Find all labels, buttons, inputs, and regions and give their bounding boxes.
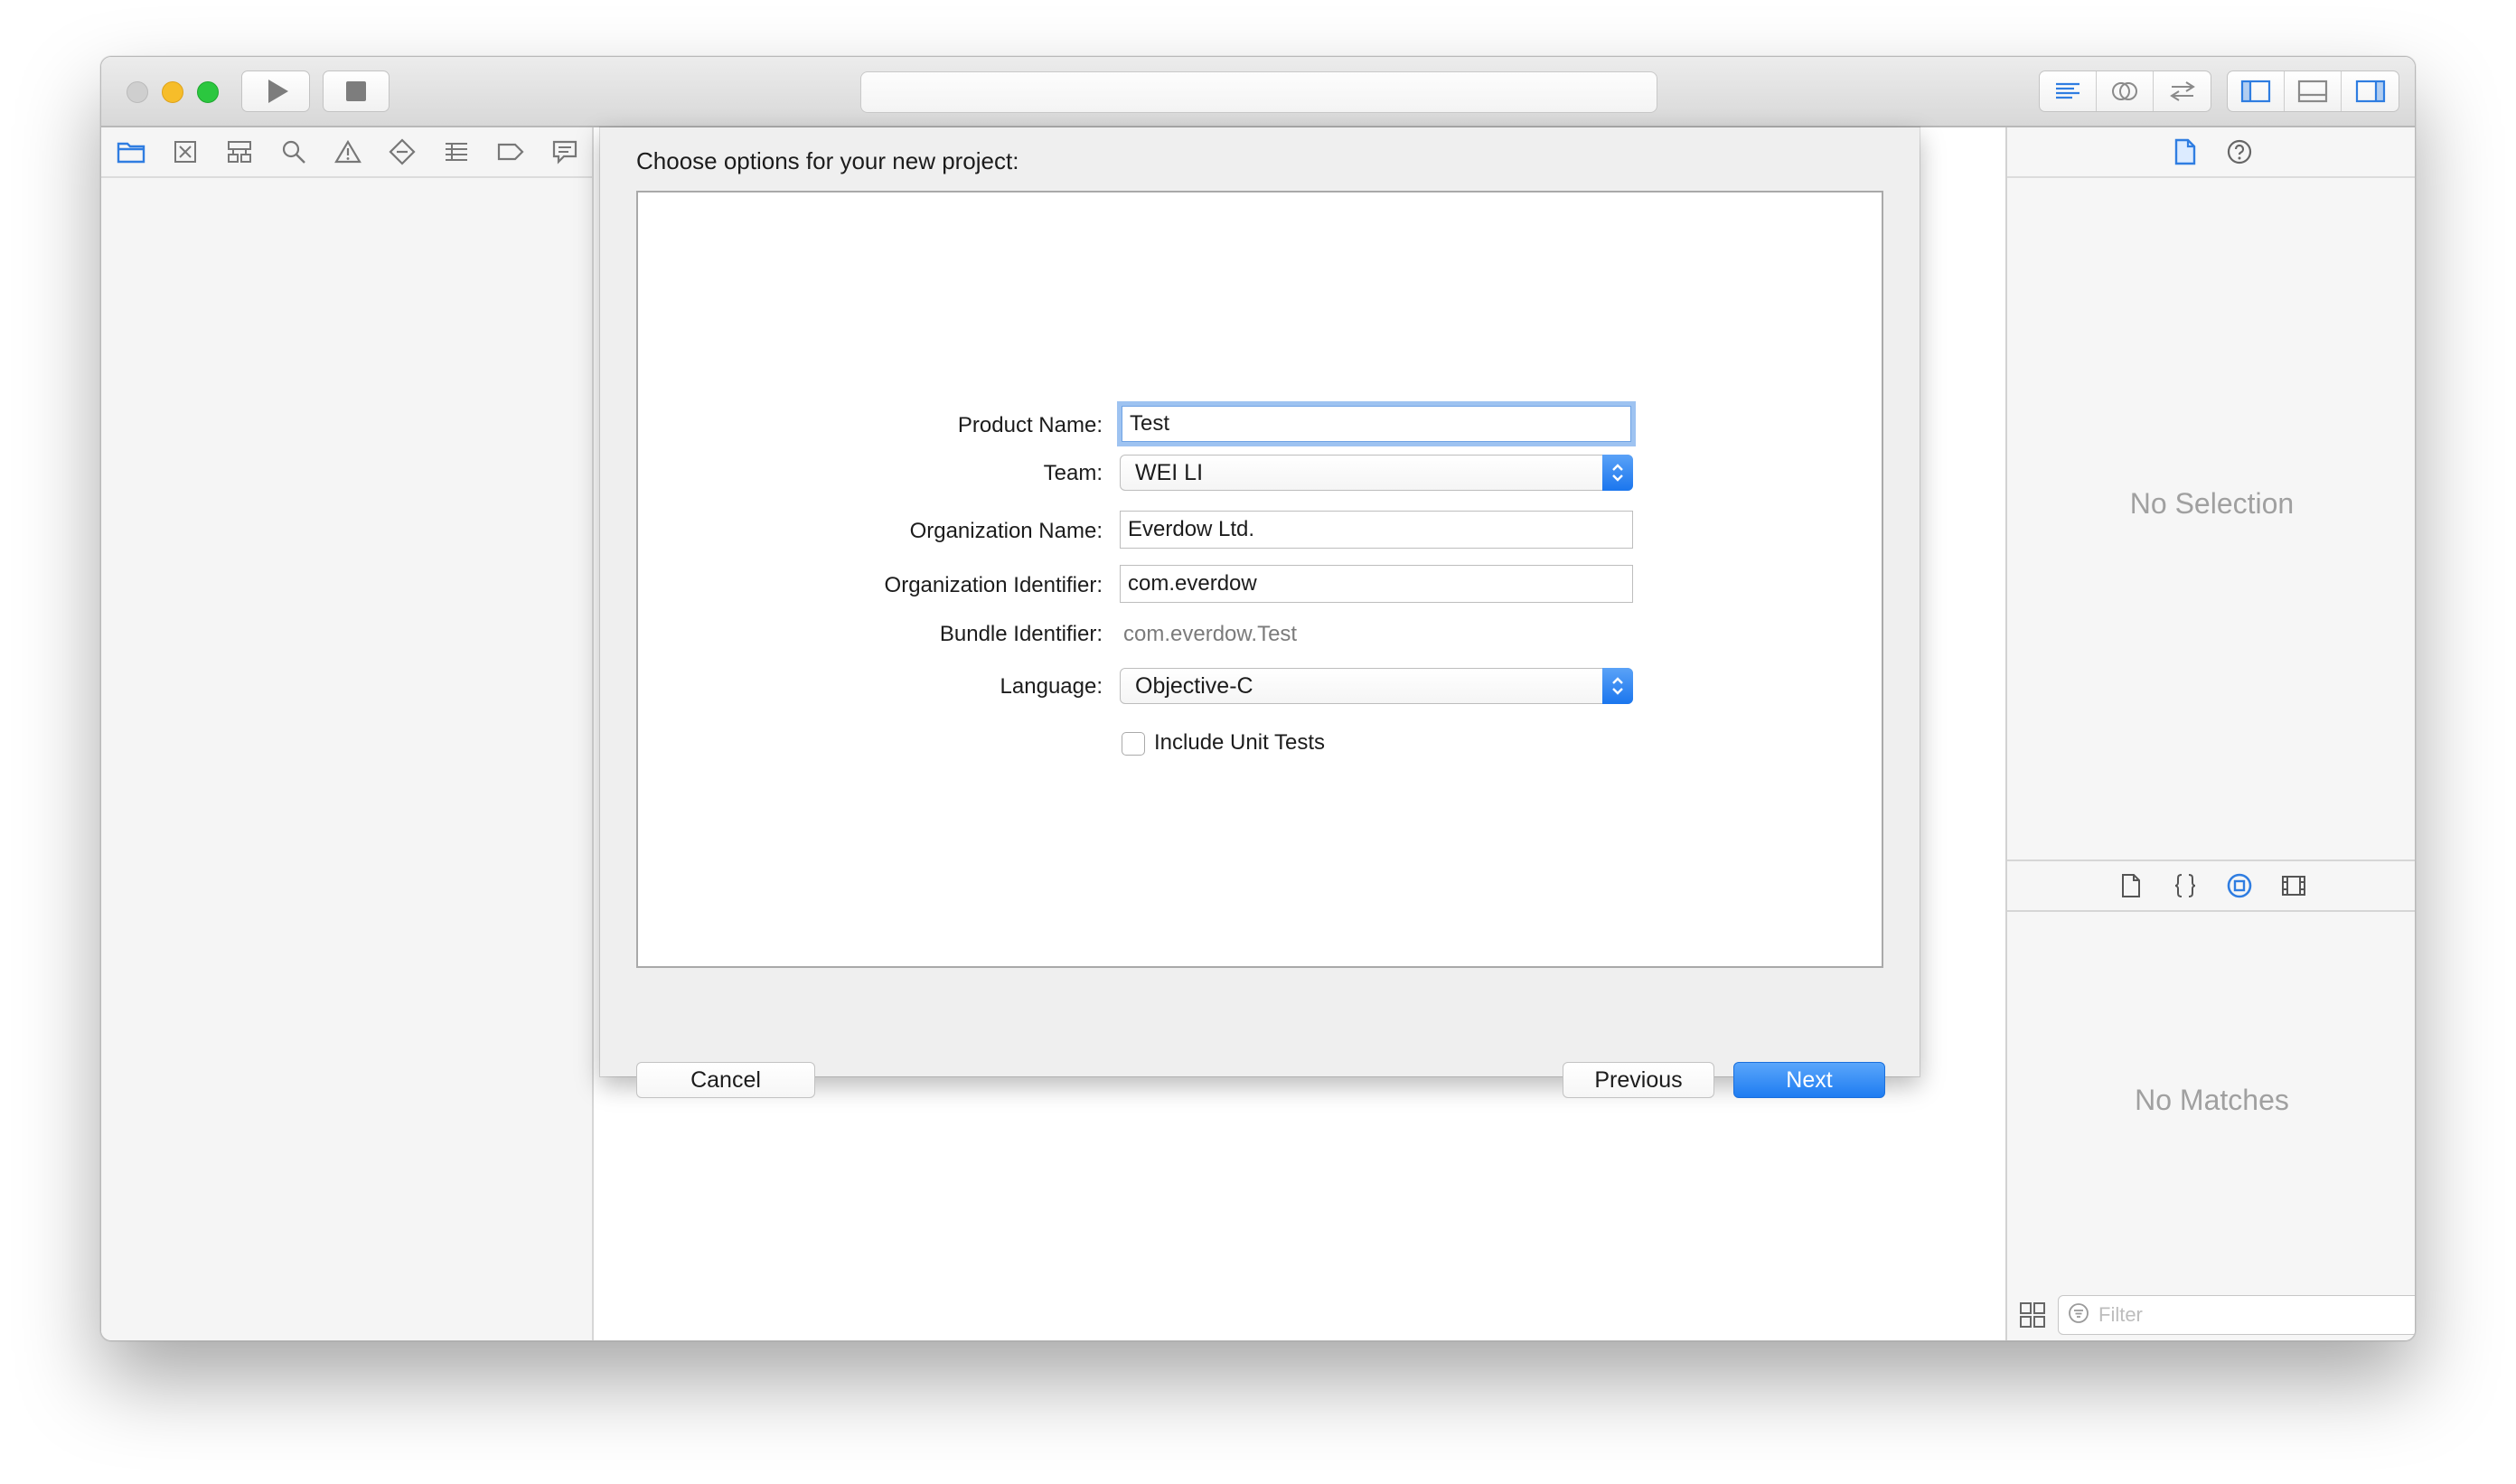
breakpoint-icon[interactable] [493,135,528,169]
no-selection-message: No Selection [2129,487,2295,520]
folder-icon[interactable] [114,135,148,169]
next-button[interactable]: Next [1733,1062,1885,1098]
include-unit-tests-checkbox[interactable] [1122,732,1145,756]
chevron-updown-icon [1602,455,1633,491]
standard-editor-icon[interactable] [2040,71,2097,111]
object-library-icon[interactable] [2222,869,2257,903]
debug-icon[interactable] [439,135,474,169]
stop-icon [346,81,366,101]
code-snippet-icon[interactable] [2168,869,2202,903]
navigator-tabs [101,127,592,178]
report-icon[interactable] [548,135,582,169]
options-panel: Product Name: Test Team: WEI LI Organiza… [636,191,1883,968]
new-project-options-sheet: Choose options for your new project: Pro… [600,127,1920,1098]
inspector-tabs [2007,127,2415,178]
view-toggle-control [2227,70,2399,112]
assistant-editor-icon[interactable] [2097,71,2154,111]
file-inspector-icon[interactable] [2168,135,2202,169]
organization-name-field[interactable]: Everdow Ltd. [1120,511,1633,549]
no-matches-message: No Matches [2135,1084,2289,1116]
language-label: Language: [1000,674,1103,699]
organization-identifier-label: Organization Identifier: [884,573,1103,597]
file-template-icon[interactable] [2114,869,2148,903]
version-editor-icon[interactable] [2154,71,2211,111]
library-filter-field[interactable]: Filter [2058,1295,2415,1335]
language-value: Objective-C [1135,673,1253,699]
stop-button[interactable] [323,70,390,112]
issue-icon[interactable] [331,135,365,169]
cancel-button[interactable]: Cancel [636,1062,815,1098]
library-tabs [2007,859,2415,912]
team-value: WEI LI [1135,460,1204,485]
navigator-area [101,127,594,1340]
close-window-button[interactable] [127,81,148,103]
utilities-area: No Selection No Matches Filter [2005,127,2415,1340]
sheet-title: Choose options for your new project: [636,147,1019,174]
xcode-window: No Selection No Matches Filter Choose op… [100,56,2416,1341]
run-button[interactable] [241,70,310,112]
toolbar [101,57,2415,127]
language-popup[interactable]: Objective-C [1120,668,1633,704]
filter-placeholder: Filter [2098,1303,2143,1326]
team-popup[interactable]: WEI LI [1120,455,1633,491]
team-label: Team: [1043,461,1103,485]
zoom-window-button[interactable] [197,81,219,103]
test-icon[interactable] [385,135,419,169]
navigator-toggle-icon[interactable] [2228,71,2285,111]
bundle-identifier-value: com.everdow.Test [1123,622,1298,646]
grid-view-icon[interactable] [2018,1301,2047,1329]
organization-identifier-field[interactable]: com.everdow [1120,565,1633,603]
include-unit-tests-label[interactable]: Include Unit Tests [1154,730,1325,756]
debug-area-toggle-icon[interactable] [2285,71,2342,111]
activity-viewer [860,71,1657,113]
minimize-window-button[interactable] [162,81,183,103]
product-name-label: Product Name: [957,413,1103,437]
play-icon [268,80,288,103]
previous-button[interactable]: Previous [1563,1062,1714,1098]
organization-name-label: Organization Name: [909,519,1103,543]
find-icon[interactable] [277,135,311,169]
filter-icon [2068,1302,2089,1329]
product-name-field[interactable]: Test [1122,406,1631,442]
bundle-identifier-label: Bundle Identifier: [939,622,1103,646]
media-library-icon[interactable] [2277,869,2311,903]
editor-mode-control [2039,70,2211,112]
utilities-toggle-icon[interactable] [2342,71,2399,111]
quick-help-icon[interactable] [2222,135,2257,169]
source-control-icon[interactable] [168,135,202,169]
symbol-icon[interactable] [222,135,257,169]
chevron-updown-icon [1602,668,1633,704]
